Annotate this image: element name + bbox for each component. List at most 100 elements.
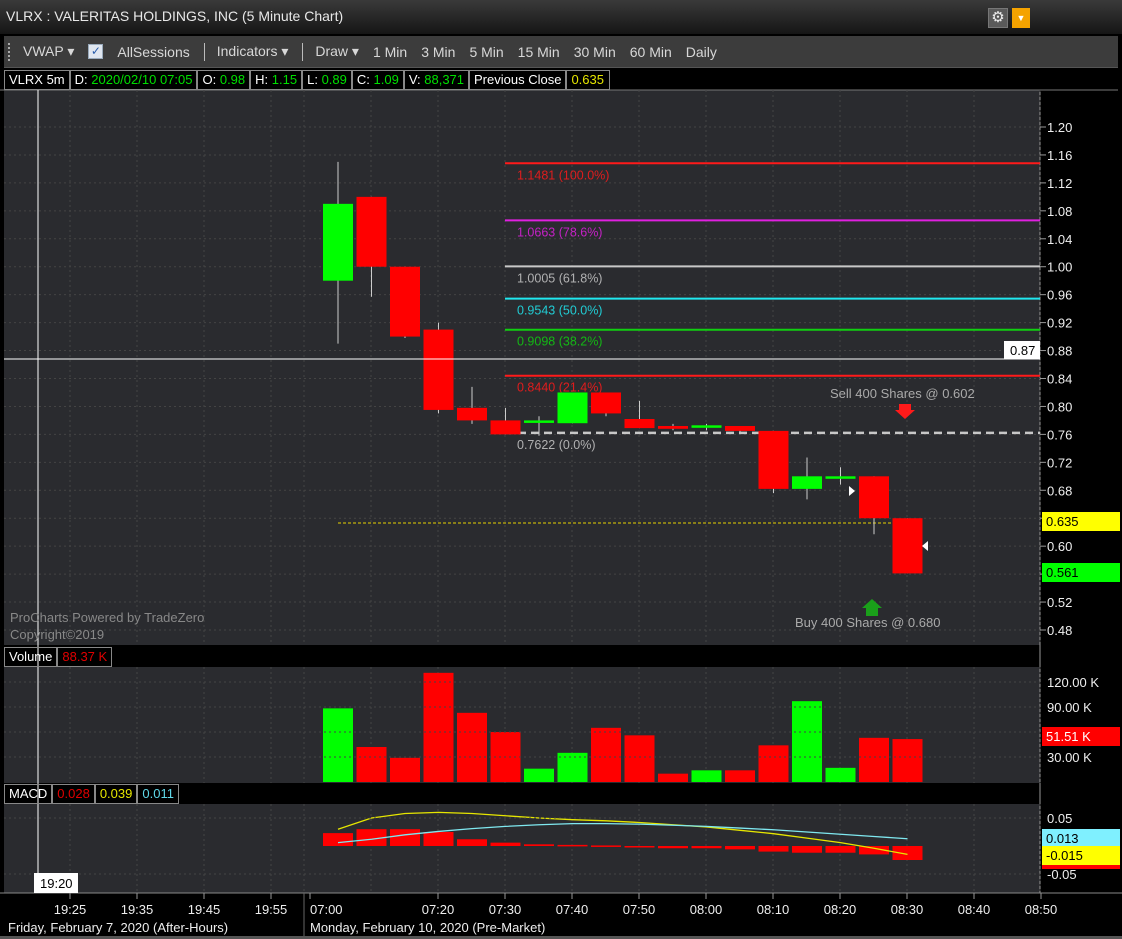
time-tick-label: 19:35: [121, 902, 154, 917]
prev-close-label: Previous Close: [469, 70, 567, 90]
candle-07:10: [356, 196, 387, 267]
price-tick-label: 1.20: [1047, 120, 1072, 135]
time-tick-label: 07:30: [489, 902, 522, 917]
price-tick-label: 1.04: [1047, 232, 1072, 247]
volume-last-label: 51.51 K: [1046, 729, 1091, 744]
time-tick-label: 08:00: [690, 902, 723, 917]
volume-bar-07:35: [524, 768, 554, 782]
fib-label: 0.9543 (50.0%): [517, 304, 602, 318]
crosshair-time-label: 19:20: [40, 876, 73, 891]
watermark-line: ProCharts Powered by TradeZero: [10, 610, 204, 625]
close-label: C:: [356, 72, 370, 87]
candle-08:10: [758, 430, 789, 489]
fib-label: 1.1481 (100.0%): [517, 168, 609, 182]
macd-yellow-axis-label: -0.015: [1046, 848, 1083, 863]
time-tick-label: 07:40: [556, 902, 589, 917]
candle-08:15: [792, 476, 822, 489]
macd-hist-bar: [591, 845, 621, 847]
macd-header: MACD 0.028 0.039 0.011: [4, 784, 179, 804]
sell-annotation: Sell 400 Shares @ 0.602: [830, 386, 975, 401]
volume-bar-08:15: [792, 701, 822, 782]
time-tick-label: 08:50: [1025, 902, 1058, 917]
macd-cyan-axis-label: 0.013: [1046, 831, 1079, 846]
price-tick-label: 1.16: [1047, 148, 1072, 163]
fib-label: 1.0663 (78.6%): [517, 225, 602, 239]
price-tick-label: 0.92: [1047, 316, 1072, 331]
price-tick-label: 0.60: [1047, 539, 1072, 554]
price-tick-label: 0.48: [1047, 623, 1072, 638]
candle-08:05: [725, 426, 755, 431]
volume-bar-08:00: [691, 770, 722, 782]
volume-title: Volume: [4, 647, 58, 667]
volume-label: V:: [408, 72, 421, 87]
high-value: 1.15: [271, 72, 298, 87]
macd-hist-bar: [825, 846, 856, 853]
macd-tick-label: 0.05: [1047, 811, 1072, 826]
time-tick-label: 07:20: [422, 902, 455, 917]
symbol-label: VLRX 5m: [4, 70, 70, 90]
prev-close-value: 0.635: [566, 70, 611, 90]
price-tick-label: 0.68: [1047, 483, 1072, 498]
candle-08:25: [859, 476, 889, 519]
macd-value-2: 0.039: [94, 784, 138, 804]
volume-bar-07:20: [423, 672, 454, 782]
macd-hist-bar: [390, 829, 420, 846]
macd-value-3: 0.011: [137, 784, 179, 804]
volume-bar-08:05: [725, 770, 755, 782]
fib-label: 1.0005 (61.8%): [517, 271, 602, 285]
ohlc-info-bar: VLRX 5m D: 2020/02/10 07:05 O: 0.98 H: 1…: [4, 70, 611, 90]
candle-07:40: [557, 392, 588, 424]
macd-hist-bar: [557, 844, 588, 847]
date-cell: D: 2020/02/10 07:05: [69, 70, 198, 90]
macd-hist-bar: [691, 846, 722, 849]
macd-hist-bar: [658, 846, 688, 849]
time-tick-label: 07:50: [623, 902, 656, 917]
candle-07:55: [658, 426, 688, 429]
time-tick-label: 19:25: [54, 902, 87, 917]
candle-08:20: [825, 476, 856, 479]
volume-bar-08:30: [892, 739, 923, 782]
high-cell: H: 1.15: [250, 70, 303, 90]
macd-hist-bar: [758, 846, 789, 852]
time-tick-label: 08:10: [757, 902, 790, 917]
price-tick-label: 0.88: [1047, 344, 1072, 359]
low-value: 0.89: [321, 72, 347, 87]
price-tick-label: 0.80: [1047, 399, 1072, 414]
time-tick-label: 19:55: [255, 902, 288, 917]
macd-hist-bar: [792, 846, 822, 853]
open-label: O:: [202, 72, 217, 87]
candle-07:45: [591, 392, 621, 414]
watermark-line: Copyright©2019: [10, 627, 104, 642]
candle-08:00: [691, 425, 722, 428]
volume-bar-07:10: [356, 747, 387, 782]
macd-hist-bar: [490, 842, 521, 846]
volume-bar-07:05: [323, 708, 353, 782]
price-tick-label: 0.52: [1047, 595, 1072, 610]
time-tick-label: 08:20: [824, 902, 857, 917]
volume-bar-07:40: [557, 752, 588, 782]
volume-tick-label: 120.00 K: [1047, 675, 1099, 690]
macd-hist-bar: [725, 846, 755, 850]
price-tick-label: 0.96: [1047, 288, 1072, 303]
candle-07:20: [423, 329, 454, 410]
monday-session-label: Monday, February 10, 2020 (Pre-Market): [310, 920, 545, 935]
price-tick-label: 1.08: [1047, 204, 1072, 219]
price-tick-label: 0.72: [1047, 455, 1072, 470]
time-tick-label: 08:40: [958, 902, 991, 917]
prev-close-axis-label: 0.635: [1046, 514, 1079, 529]
price-tick-label: 0.84: [1047, 371, 1072, 386]
open-cell: O: 0.98: [197, 70, 251, 90]
macd-hist-bar: [457, 839, 487, 846]
high-label: H:: [255, 72, 269, 87]
last-price-axis-label: 0.561: [1046, 565, 1079, 580]
volume-value: 88,371: [424, 72, 465, 87]
macd-title: MACD: [4, 784, 53, 804]
macd-hist-bar: [624, 846, 655, 848]
volume-header: Volume 88.37 K: [4, 647, 113, 667]
macd-hist-bar: [524, 844, 554, 846]
macd-hist-bar: [423, 832, 454, 846]
date-value: 2020/02/10 07:05: [91, 72, 193, 87]
candle-07:15: [390, 266, 420, 337]
date-label: D:: [74, 72, 88, 87]
candle-07:05: [323, 203, 353, 281]
